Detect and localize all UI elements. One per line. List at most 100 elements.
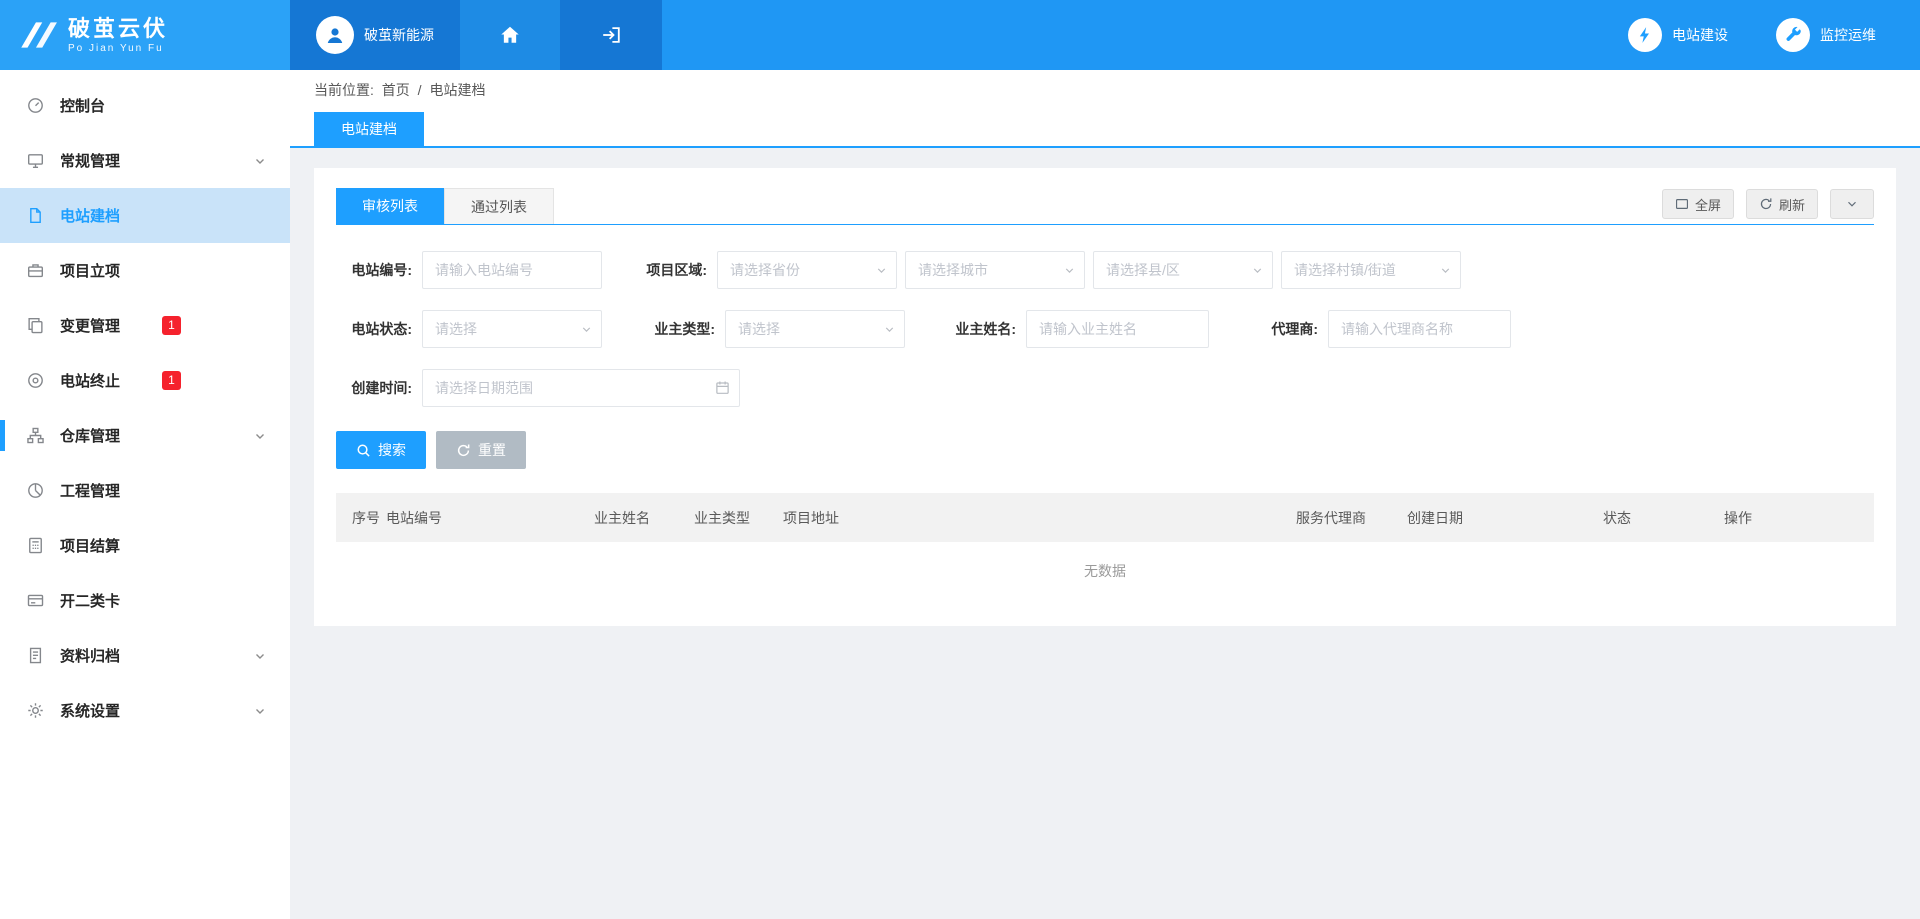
fullscreen-label: 全屏	[1695, 195, 1721, 214]
active-indicator	[0, 420, 5, 451]
status-placeholder: 请选择	[435, 319, 477, 339]
date-range-picker[interactable]	[422, 369, 740, 407]
page-tab-station-filing[interactable]: 电站建档	[314, 112, 424, 146]
owner-type-placeholder: 请选择	[738, 319, 780, 339]
sidebar-item-system-settings[interactable]: 系统设置	[0, 683, 290, 738]
sidebar-item-label: 项目结算	[60, 535, 120, 556]
reset-button[interactable]: 重置	[436, 431, 526, 469]
tab-review-list[interactable]: 审核列表	[336, 188, 444, 224]
sidebar-item-label: 电站建档	[60, 205, 120, 226]
owner-type-label: 业主类型:	[647, 319, 725, 339]
results-table: 序号 电站编号 业主姓名 业主类型 项目地址 服务代理商 创建日期 状态 操作 …	[336, 493, 1874, 600]
avatar-icon	[316, 16, 354, 54]
fullscreen-button[interactable]: 全屏	[1662, 189, 1734, 219]
column-header-status: 状态	[1603, 508, 1724, 528]
search-label: 搜索	[378, 440, 406, 460]
sidebar: 控制台 常规管理 电站建档 项目立项	[0, 70, 290, 919]
province-select[interactable]: 请选择省份	[717, 251, 897, 289]
owner-name-input[interactable]	[1026, 310, 1209, 348]
created-time-label: 创建时间:	[336, 378, 422, 398]
sidebar-item-station-termination[interactable]: 电站终止 1	[0, 353, 290, 408]
date-range-input[interactable]	[422, 369, 740, 407]
brand-title: 破茧云伏	[68, 17, 168, 41]
nav-monitoring-ops[interactable]: 监控运维	[1776, 18, 1876, 52]
station-status-select[interactable]: 请选择	[422, 310, 602, 348]
home-icon	[499, 24, 521, 46]
sidebar-item-project-settlement[interactable]: 项目结算	[0, 518, 290, 573]
breadcrumb-current: 电站建档	[429, 82, 485, 98]
chevron-down-icon	[1063, 264, 1076, 277]
city-placeholder: 请选择城市	[918, 260, 988, 280]
filter-form: 电站编号: 项目区域: 请选择省份 请选择城市	[336, 251, 1874, 407]
main-area: 当前位置: 首页 / 电站建档 电站建档 审核列表 通过列表 全屏	[290, 70, 1920, 919]
sidebar-item-label: 开二类卡	[60, 590, 120, 611]
header-spacer	[662, 0, 1628, 70]
logout-icon	[600, 24, 622, 46]
sidebar-item-label: 变更管理	[60, 315, 120, 336]
lightning-icon	[1628, 18, 1662, 52]
top-header: 破茧云伏 Po Jian Yun Fu 破茧新能源	[0, 0, 1920, 70]
sidebar-item-label: 项目立项	[60, 260, 120, 281]
chevron-down-icon	[883, 323, 896, 336]
column-header-owner-type: 业主类型	[694, 508, 783, 528]
tab-passed-list[interactable]: 通过列表	[444, 188, 554, 224]
fullscreen-icon	[1675, 197, 1689, 211]
province-placeholder: 请选择省份	[730, 260, 800, 280]
filter-row-2: 电站状态: 请选择 业主类型: 请选择 业主姓名:	[336, 310, 1874, 348]
nav-label: 电站建设	[1672, 25, 1728, 45]
breadcrumb-home-link[interactable]: 首页	[382, 82, 410, 98]
search-button[interactable]: 搜索	[336, 431, 426, 469]
column-header-owner-name: 业主姓名	[594, 508, 694, 528]
sidebar-item-console[interactable]: 控制台	[0, 78, 290, 133]
reset-icon	[456, 443, 471, 458]
user-menu[interactable]: 破茧新能源	[290, 0, 460, 70]
sitemap-icon	[25, 427, 45, 444]
chevron-down-icon	[1845, 197, 1859, 211]
empty-state: 无数据	[336, 542, 1874, 600]
column-header-station-no: 电站编号	[386, 508, 594, 528]
owner-type-select[interactable]: 请选择	[725, 310, 905, 348]
agent-input[interactable]	[1328, 310, 1511, 348]
sidebar-item-data-archive[interactable]: 资料归档	[0, 628, 290, 683]
logout-button[interactable]	[560, 0, 662, 70]
content-area: 审核列表 通过列表 全屏 刷新	[290, 148, 1920, 646]
sidebar-item-engineering-mgmt[interactable]: 工程管理	[0, 463, 290, 518]
brand-subtitle: Po Jian Yun Fu	[68, 43, 168, 54]
refresh-icon	[1759, 197, 1773, 211]
sidebar-item-change-mgmt[interactable]: 变更管理 1	[0, 298, 290, 353]
nav-station-construction[interactable]: 电站建设	[1628, 18, 1728, 52]
sidebar-item-label: 仓库管理	[60, 425, 120, 446]
sidebar-item-label: 工程管理	[60, 480, 120, 501]
monitor-icon	[25, 152, 45, 169]
reset-label: 重置	[478, 440, 506, 460]
home-button[interactable]	[460, 0, 560, 70]
dashboard-icon	[25, 97, 45, 114]
sidebar-item-label: 电站终止	[60, 370, 120, 391]
county-placeholder: 请选择县/区	[1106, 260, 1180, 280]
city-select[interactable]: 请选择城市	[905, 251, 1085, 289]
sidebar-item-warehouse-mgmt[interactable]: 仓库管理	[0, 408, 290, 463]
station-no-input[interactable]	[422, 251, 602, 289]
wrench-icon	[1776, 18, 1810, 52]
sidebar-item-general-mgmt[interactable]: 常规管理	[0, 133, 290, 188]
filter-row-3: 创建时间:	[336, 369, 1874, 407]
town-placeholder: 请选择村镇/街道	[1294, 260, 1396, 280]
search-icon	[356, 443, 371, 458]
chevron-down-icon	[580, 323, 593, 336]
calendar-icon	[715, 380, 730, 395]
table-header-row: 序号 电站编号 业主姓名 业主类型 项目地址 服务代理商 创建日期 状态 操作	[336, 493, 1874, 542]
town-select[interactable]: 请选择村镇/街道	[1281, 251, 1461, 289]
sidebar-item-open-card[interactable]: 开二类卡	[0, 573, 290, 628]
sidebar-item-station-filing[interactable]: 电站建档	[0, 188, 290, 243]
collapse-button[interactable]	[1830, 189, 1874, 219]
chevron-down-icon	[254, 705, 266, 717]
brand-logo[interactable]: 破茧云伏 Po Jian Yun Fu	[0, 0, 290, 70]
chevron-down-icon	[875, 264, 888, 277]
sidebar-item-project-initiation[interactable]: 项目立项	[0, 243, 290, 298]
stop-circle-icon	[25, 372, 45, 389]
sidebar-item-label: 控制台	[60, 95, 105, 116]
brand-logo-icon	[16, 18, 58, 52]
county-select[interactable]: 请选择县/区	[1093, 251, 1273, 289]
agent-label: 代理商:	[1261, 319, 1328, 339]
refresh-button[interactable]: 刷新	[1746, 189, 1818, 219]
